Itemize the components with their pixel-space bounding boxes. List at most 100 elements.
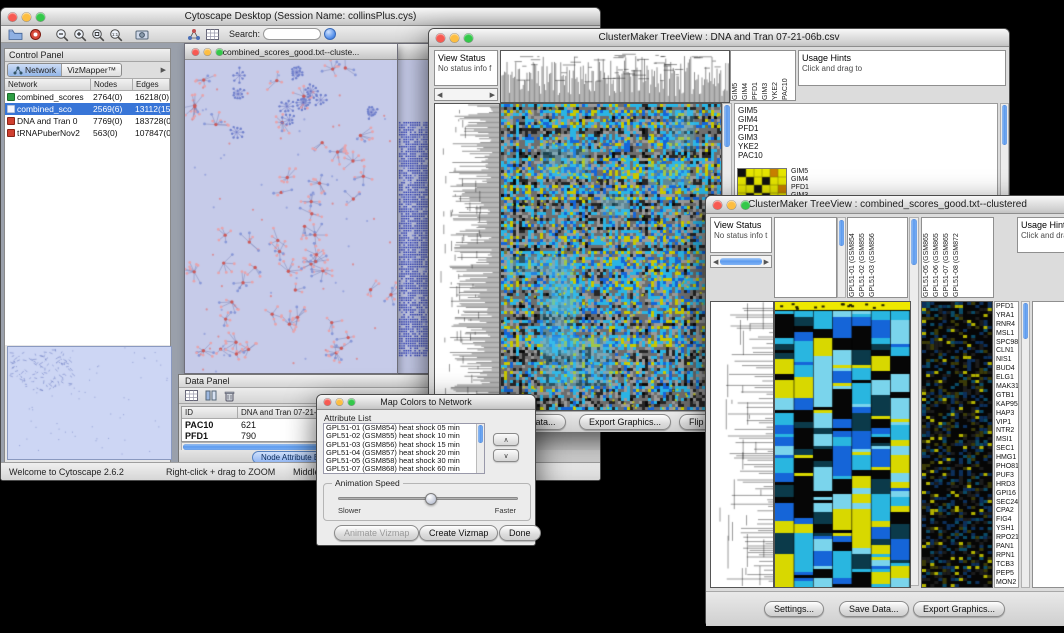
gene-label[interactable]: HMG1 [996,454,1017,461]
gene-label[interactable]: RPN1 [996,552,1017,559]
gene-label[interactable]: ELG1 [996,374,1017,381]
gene-label[interactable]: PAC10 [738,151,763,160]
move-up-button[interactable]: ∧ [493,433,519,446]
gene-label[interactable]: YKE2 [738,142,763,151]
gene-label[interactable]: YSH1 [996,525,1017,532]
tree-nav-control[interactable]: ◀ ▶ [710,255,772,268]
gene-label[interactable]: BUD4 [996,365,1017,372]
network-window-titlebar[interactable]: combined_scores_good.txt--cluste... [185,44,397,60]
column-header-nodes[interactable]: Nodes [91,79,133,91]
background-network-view[interactable] [397,60,432,373]
search-go-icon[interactable] [324,28,336,40]
gene-label[interactable]: FIG4 [996,516,1017,523]
nav-right-icon[interactable]: ▶ [764,258,769,266]
column-scrollbar[interactable] [837,217,846,298]
gene-label[interactable]: NIS1 [996,356,1017,363]
attribute-list-item[interactable]: GPL51-07 (GSM868) heat shock 60 min [324,465,484,473]
id-column-header[interactable]: ID [182,407,238,419]
attribute-list[interactable]: GPL51-01 (GSM854) heat shock 05 minGPL51… [323,423,485,474]
close-icon[interactable] [8,12,17,21]
gene-label[interactable]: PUF3 [996,472,1017,479]
gene-label[interactable]: MSI1 [996,436,1017,443]
snapshot-button[interactable] [133,27,151,42]
animate-vizmap-button[interactable]: Animate Vizmap [334,525,419,541]
column-dendrogram[interactable] [500,50,730,103]
maximize-icon[interactable] [741,200,750,209]
gene-label[interactable]: GIM3 [738,133,763,142]
slider-thumb[interactable] [425,493,437,505]
vscroll-thumb[interactable] [1023,303,1028,339]
tab-overflow-icon[interactable]: ▶ [161,66,168,74]
expression-heatmap-left[interactable] [774,301,911,588]
minimize-icon[interactable] [22,12,31,21]
gene-label[interactable]: RNR4 [996,321,1017,328]
animation-speed-slider[interactable] [338,497,518,500]
import-network-button[interactable] [26,27,44,42]
select-attributes-button[interactable] [183,389,200,402]
open-session-button[interactable] [6,27,24,42]
maximize-icon[interactable] [464,33,473,42]
zoom-in-button[interactable] [71,27,89,42]
maximize-icon[interactable] [348,399,355,406]
vscroll-thumb[interactable] [724,105,730,147]
gene-label[interactable]: RPO21 [996,534,1017,541]
row-dendrogram[interactable] [710,301,774,588]
gene-label[interactable]: GIM5 [738,106,763,115]
minimize-icon[interactable] [450,33,459,42]
gene-label[interactable]: PEP5 [996,570,1017,577]
gene-label[interactable]: PFD1 [996,303,1017,310]
zoom-out-button[interactable] [53,27,71,42]
network-list-item-selected[interactable]: combined_sco 2569(6) 13112(15) [5,103,170,115]
vscroll-thumb[interactable] [1002,105,1007,145]
vscroll-thumb[interactable] [839,220,844,246]
gene-label[interactable]: NTR2 [996,427,1017,434]
save-data-button[interactable]: Save Data... [839,601,909,617]
close-icon[interactable] [713,200,722,209]
gene-label[interactable]: SEC24 [996,499,1017,506]
network-list-item[interactable]: combined_scores 2764(0) 16218(0) [5,91,170,103]
zoom-actual-button[interactable]: 1:1 [107,27,125,42]
gene-label[interactable]: MON2 [996,579,1017,586]
treeview-dna-titlebar[interactable]: ClusterMaker TreeView : DNA and Tran 07-… [429,29,1009,47]
minimize-icon[interactable] [336,399,343,406]
gene-label[interactable]: TCB3 [996,561,1017,568]
export-graphics-button[interactable]: Export Graphics... [913,601,1005,617]
gene-label[interactable]: KAP95 [996,401,1017,408]
gene-label[interactable]: CPA2 [996,507,1017,514]
network-list-item[interactable]: tRNAPuberNov2 563(0) 107847(0) [5,127,170,139]
export-graphics-button[interactable]: Export Graphics... [579,414,671,430]
maximize-icon[interactable] [36,12,45,21]
background-window-titlebar[interactable] [397,44,432,60]
gene-label[interactable]: GIM4 [738,115,763,124]
create-attribute-button[interactable] [202,389,219,402]
delete-attribute-button[interactable] [221,389,238,402]
nav-left-icon[interactable]: ◀ [437,91,442,99]
main-window-titlebar[interactable]: Cytoscape Desktop (Session Name: collins… [1,8,600,26]
tree-nav-control[interactable]: ◀ ▶ [434,88,498,101]
gene-label[interactable]: PHO81 [996,463,1017,470]
close-icon[interactable] [436,33,445,42]
nav-right-icon[interactable]: ▶ [490,91,495,99]
gene-label[interactable]: HAP3 [996,410,1017,417]
gene-label[interactable]: GTB1 [996,392,1017,399]
column-header-network[interactable]: Network [5,79,91,91]
done-button[interactable]: Done [499,525,541,541]
attribute-list-scrollbar[interactable] [476,424,484,473]
control-panel-header[interactable]: Control Panel [5,49,170,62]
vscroll-thumb[interactable] [478,425,483,443]
expression-heatmap-right[interactable] [921,301,993,588]
row-dendrogram[interactable] [434,103,500,411]
minimize-icon[interactable] [727,200,736,209]
dialog-titlebar[interactable]: Map Colors to Network [317,395,535,410]
network-view-button[interactable] [185,27,203,42]
nav-scroll-thumb[interactable] [720,258,761,265]
gene-label[interactable]: YRA1 [996,312,1017,319]
tab-network[interactable]: Network [8,64,62,76]
network-view-canvas[interactable] [185,60,397,373]
column-header-edges[interactable]: Edges [133,79,170,91]
gene-label[interactable]: SPC98 [996,339,1017,346]
search-input[interactable] [263,28,321,40]
maximize-icon[interactable] [216,48,223,55]
vscroll-thumb[interactable] [911,219,917,265]
gene-list-vscrollbar[interactable] [1021,301,1030,588]
